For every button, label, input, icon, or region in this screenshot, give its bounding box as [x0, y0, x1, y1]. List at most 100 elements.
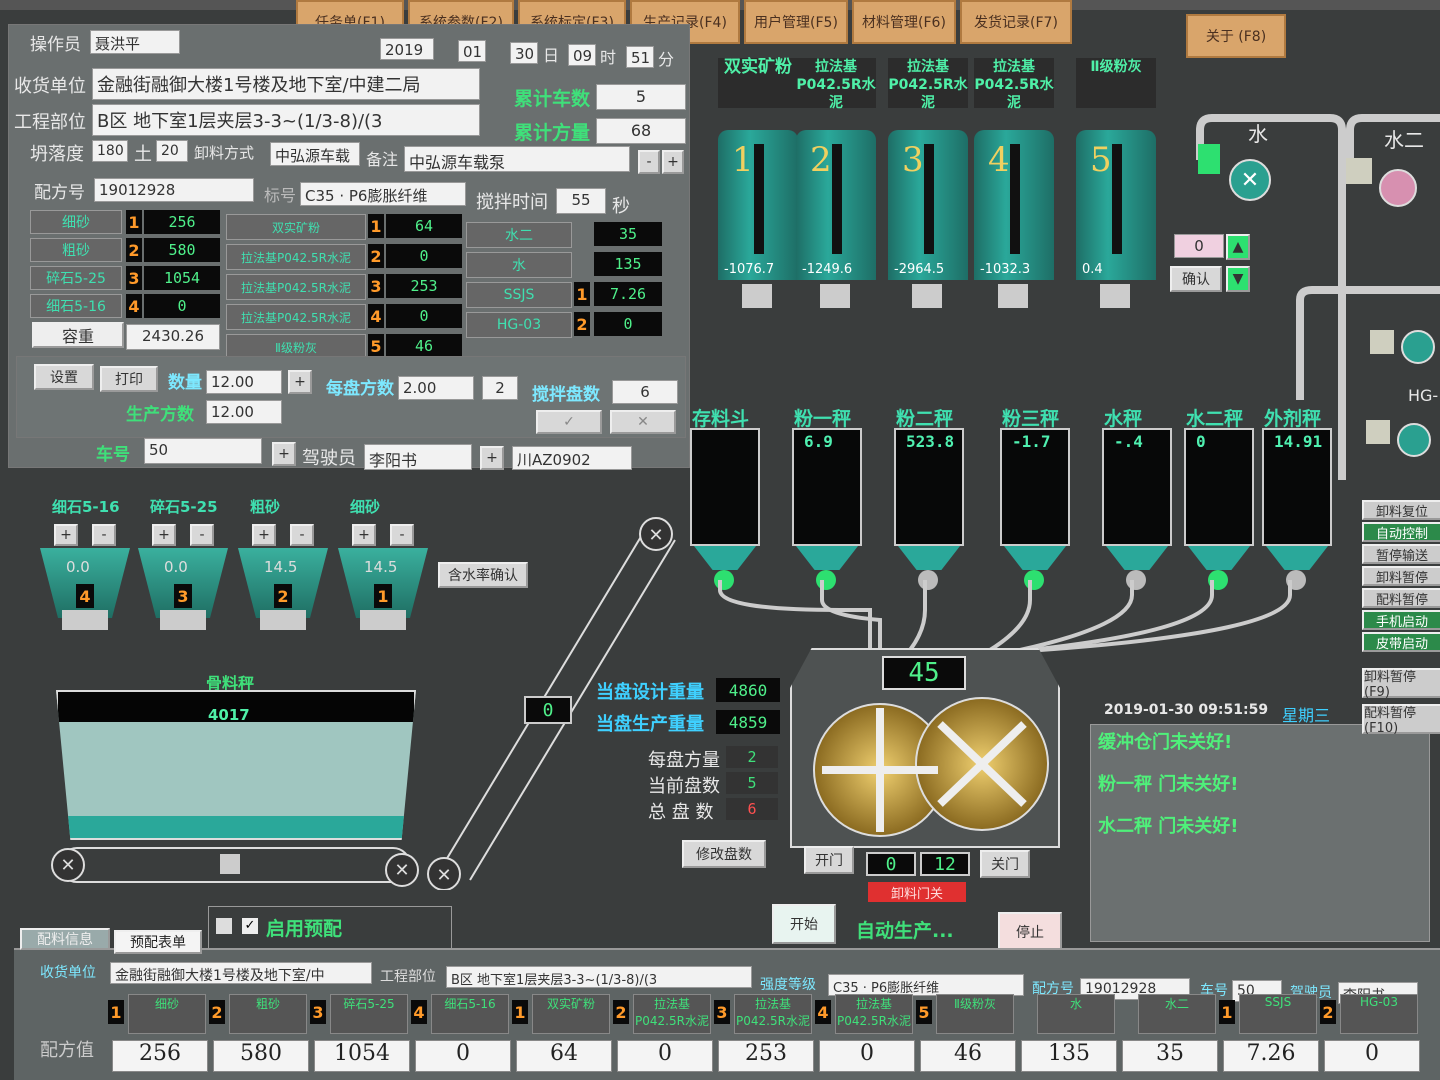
aggregate-name: 细砂 [30, 210, 122, 234]
qty-plus-button[interactable]: + [288, 370, 312, 394]
col-value: 35 [1122, 1040, 1218, 1072]
liquid-value: 35 [594, 222, 662, 246]
operator-field[interactable]: 聂洪平 [90, 30, 180, 54]
agg-plus-button[interactable]: + [352, 524, 376, 546]
tab-8[interactable]: 关于 (F8) [1186, 14, 1286, 58]
per-field[interactable]: 2.00 [398, 376, 474, 400]
water-input[interactable]: 0 [1174, 234, 1224, 258]
recipe-label: 配方号 [34, 183, 85, 203]
agg-minus-button[interactable]: - [290, 524, 314, 546]
aggregate-name: 粗砂 [30, 238, 122, 262]
aggregate-index: 4 [126, 294, 142, 318]
remark-field[interactable]: 中弘源车载泵 [404, 146, 630, 172]
print-button[interactable]: 打印 [100, 366, 158, 392]
col-index: 1 [512, 1000, 528, 1024]
close-door-button[interactable]: 关门 [980, 850, 1030, 878]
tab-preset-form[interactable]: 预配表单 [114, 930, 202, 954]
car-plus-button[interactable]: + [272, 442, 296, 466]
silo-label-1: 双实矿粉 [718, 58, 798, 108]
density-field: 2430.26 [126, 324, 220, 350]
b-receiver: 金融街融御大楼1号楼及地下室/中 [110, 962, 372, 984]
receiver-select[interactable]: 金融街融御大楼1号楼及地下室/中建二局 [92, 68, 480, 100]
cancel-check-button[interactable]: ✕ [610, 410, 676, 434]
preset-checkbox[interactable]: ✓ [242, 918, 258, 934]
agg-plus-button[interactable]: + [152, 524, 176, 546]
bone-scale-value: 4017 [208, 706, 250, 724]
day-field: 30 [510, 42, 538, 64]
side-button-5[interactable]: 配料暂停 [1362, 588, 1440, 608]
project-label: 工程部位 [14, 112, 86, 133]
modify-batches-button[interactable]: 修改盘数 [682, 840, 766, 868]
plate-field: 川AZ0902 [512, 446, 632, 470]
start-button[interactable]: 开始 [772, 904, 836, 944]
col-value: 253 [718, 1040, 814, 1072]
agg-minus-button[interactable]: - [190, 524, 214, 546]
month-field: 01 [458, 40, 486, 62]
agg-minus-button[interactable]: - [390, 524, 414, 546]
project-select[interactable]: B区 地下室1层夹层3-3~(1/3-8)/(3 [92, 104, 480, 136]
water-confirm-button[interactable]: 确认 [1170, 266, 1222, 292]
agg-minus-button[interactable]: - [92, 524, 116, 546]
side-button-1[interactable]: 卸料复位 [1362, 500, 1440, 520]
conveyor-value: 0 [524, 696, 572, 724]
remark-plus-button[interactable]: + [662, 150, 684, 174]
silo-valve [742, 284, 772, 308]
remark-minus-button[interactable]: - [638, 150, 660, 174]
door-b-value: 12 [920, 852, 970, 876]
bone-scale: 4017 [56, 690, 416, 840]
slump-pm-label: 土 [134, 144, 152, 165]
confirm-check-button[interactable]: ✓ [536, 410, 602, 434]
driver-plus-button[interactable]: + [480, 446, 504, 470]
agg-plus-button[interactable]: + [252, 524, 276, 546]
silo-level-bar [754, 144, 764, 254]
mix-count-field[interactable]: 6 [612, 380, 678, 404]
feed-pipes [718, 580, 1292, 652]
qty-field[interactable]: 12.00 [206, 370, 282, 394]
tab-recipe-info[interactable]: 配料信息 [20, 928, 110, 950]
powder-name: 双实矿粉 [226, 214, 366, 240]
tab-7[interactable]: 发货记录(F7) [960, 0, 1072, 44]
mixer-drums [813, 697, 1049, 837]
powder-index: 3 [368, 274, 384, 298]
aggregate-value: 1054 [144, 266, 220, 290]
driver-select[interactable]: 李阳书 [364, 444, 472, 470]
side-button-2[interactable]: 自动控制 [1362, 522, 1440, 542]
side-button-3[interactable]: 暂停输送 [1362, 544, 1440, 564]
silo-number: 1 [732, 140, 754, 180]
side-button-4[interactable]: 卸料暂停 [1362, 566, 1440, 586]
unload-field[interactable]: 中弘源车载 [270, 142, 360, 166]
grade-field: C35 · P6膨胀纤维 [300, 182, 466, 206]
water-up-button[interactable]: ▲ [1226, 234, 1250, 260]
silo-level-bar [1112, 144, 1122, 254]
scale-name: 粉一秤 [794, 408, 852, 430]
water-down-button[interactable]: ▼ [1226, 266, 1250, 292]
tab-6[interactable]: 材料管理(F6) [852, 0, 956, 44]
side-button-8[interactable]: 卸料暂停(F9) [1362, 668, 1440, 700]
open-door-button[interactable]: 开门 [804, 846, 854, 874]
agg-plus-button[interactable]: + [54, 524, 78, 546]
car-select[interactable]: 50 [144, 438, 262, 464]
stop-button[interactable]: 停止 [998, 912, 1062, 952]
agg-hopper-num: 4 [76, 584, 94, 608]
powder-value: 46 [386, 334, 462, 358]
liquid-index: 1 [574, 282, 590, 306]
mix-time-field[interactable]: 55 [556, 188, 606, 214]
silo-number: 5 [1090, 140, 1112, 180]
side-button-7[interactable]: 皮带启动 [1362, 632, 1440, 652]
belt-conveyor: ✕ ✕ [51, 847, 419, 887]
side-button-9[interactable]: 配料暂停(F10) [1362, 704, 1440, 736]
log-line: 水二秤 门未关好! [1098, 816, 1239, 837]
col-index: 1 [1219, 1000, 1235, 1024]
col-value: 135 [1021, 1040, 1117, 1072]
side-button-6[interactable]: 手机启动 [1362, 610, 1440, 630]
powder-value: 0 [386, 304, 462, 328]
per-n-field[interactable]: 2 [482, 376, 518, 400]
slump-field[interactable]: 180 [92, 140, 128, 162]
silo-label-4: 拉法基P042.5R水泥 [974, 58, 1054, 111]
tab-5[interactable]: 用户管理(F5) [744, 0, 848, 44]
preset-checkbox-off[interactable] [216, 918, 232, 934]
set-button[interactable]: 设置 [34, 364, 94, 390]
slump-pm-field[interactable]: 20 [156, 140, 188, 162]
recipe-field[interactable]: 19012928 [94, 178, 254, 202]
col-header: 水 [1037, 994, 1115, 1034]
